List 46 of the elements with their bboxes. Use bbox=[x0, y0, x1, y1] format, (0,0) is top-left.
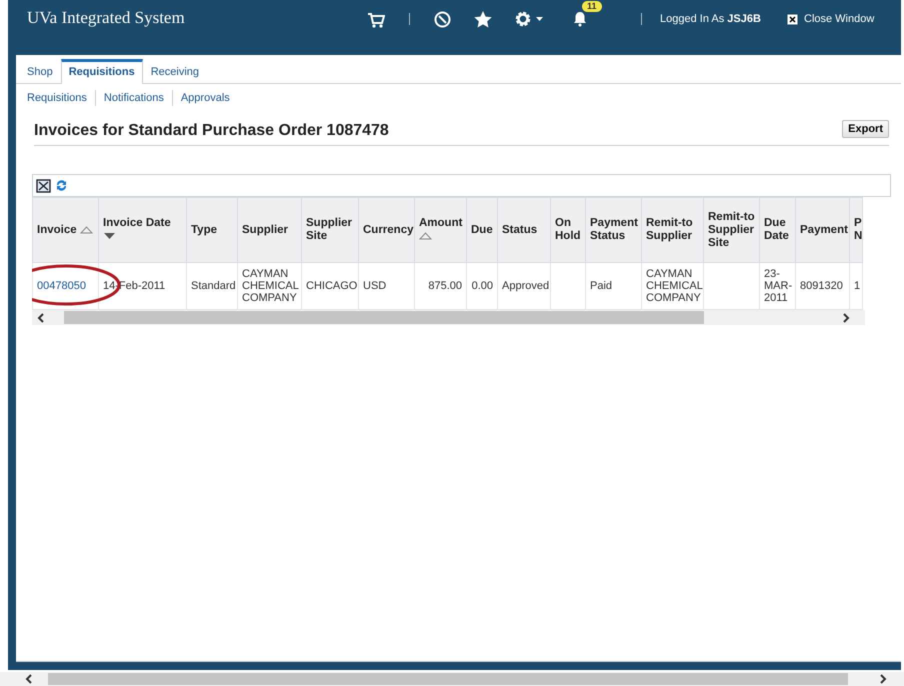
column-header[interactable]: Remit-to Supplier Site bbox=[704, 198, 760, 262]
close-window-link[interactable]: Close Window bbox=[804, 13, 874, 25]
column-header[interactable]: Type bbox=[186, 198, 238, 262]
scroll-right-icon[interactable] bbox=[841, 312, 851, 322]
sort-up-icon[interactable] bbox=[80, 224, 93, 234]
column-header[interactable]: On Hold bbox=[550, 198, 586, 262]
close-box-icon[interactable] bbox=[787, 14, 798, 24]
cart-icon[interactable] bbox=[367, 10, 385, 28]
scrollbar-thumb[interactable] bbox=[64, 311, 704, 324]
column-header[interactable]: Due Date bbox=[760, 198, 796, 262]
column-header[interactable]: P N bbox=[850, 198, 862, 262]
gear-icon[interactable] bbox=[514, 10, 532, 28]
column-header[interactable]: Supplier Site bbox=[302, 198, 358, 262]
sort-up-icon[interactable] bbox=[419, 231, 432, 240]
notification-badge: 11 bbox=[582, 1, 602, 12]
refresh-icon[interactable] bbox=[55, 179, 68, 192]
star-icon[interactable] bbox=[474, 10, 492, 28]
tab[interactable]: Receiving bbox=[142, 59, 208, 83]
scroll-right-icon[interactable] bbox=[878, 674, 888, 684]
column-header[interactable]: Supplier bbox=[238, 198, 302, 262]
caret-icon[interactable] bbox=[536, 17, 543, 21]
column-header[interactable]: Payment bbox=[796, 198, 850, 262]
logged-in-text: Logged In As JSJ6B bbox=[660, 13, 762, 25]
subnav-link[interactable]: Requisitions bbox=[19, 90, 95, 106]
subnav-link[interactable]: Notifications bbox=[94, 90, 172, 106]
tab[interactable]: Requisitions bbox=[60, 59, 143, 84]
column-header[interactable]: Payment Status bbox=[586, 198, 642, 262]
page-title: Invoices for Standard Purchase Order 1087478 bbox=[34, 122, 389, 140]
app-title: UVa Integrated System bbox=[27, 8, 186, 28]
scrollbar-thumb[interactable] bbox=[48, 673, 848, 685]
column-header[interactable]: Remit-to Supplier bbox=[642, 198, 704, 262]
scroll-left-icon[interactable] bbox=[24, 674, 34, 684]
column-header[interactable]: Currency bbox=[358, 198, 414, 262]
column-header[interactable]: Due bbox=[466, 198, 498, 262]
sort-down-icon[interactable] bbox=[103, 231, 116, 240]
detach-icon[interactable] bbox=[36, 178, 51, 192]
column-header[interactable]: Status bbox=[498, 198, 550, 262]
column-header[interactable]: Invoice bbox=[32, 198, 98, 262]
invoice-link[interactable]: 00478050 bbox=[37, 280, 86, 292]
column-header[interactable]: Amount bbox=[414, 198, 466, 262]
subnav-link[interactable]: Approvals bbox=[172, 90, 238, 106]
scroll-left-icon[interactable] bbox=[36, 312, 46, 322]
export-button[interactable]: Export bbox=[842, 120, 889, 138]
tab[interactable]: Shop bbox=[19, 59, 61, 83]
bell-icon[interactable] bbox=[573, 11, 587, 27]
column-header[interactable]: Invoice Date bbox=[98, 198, 186, 262]
